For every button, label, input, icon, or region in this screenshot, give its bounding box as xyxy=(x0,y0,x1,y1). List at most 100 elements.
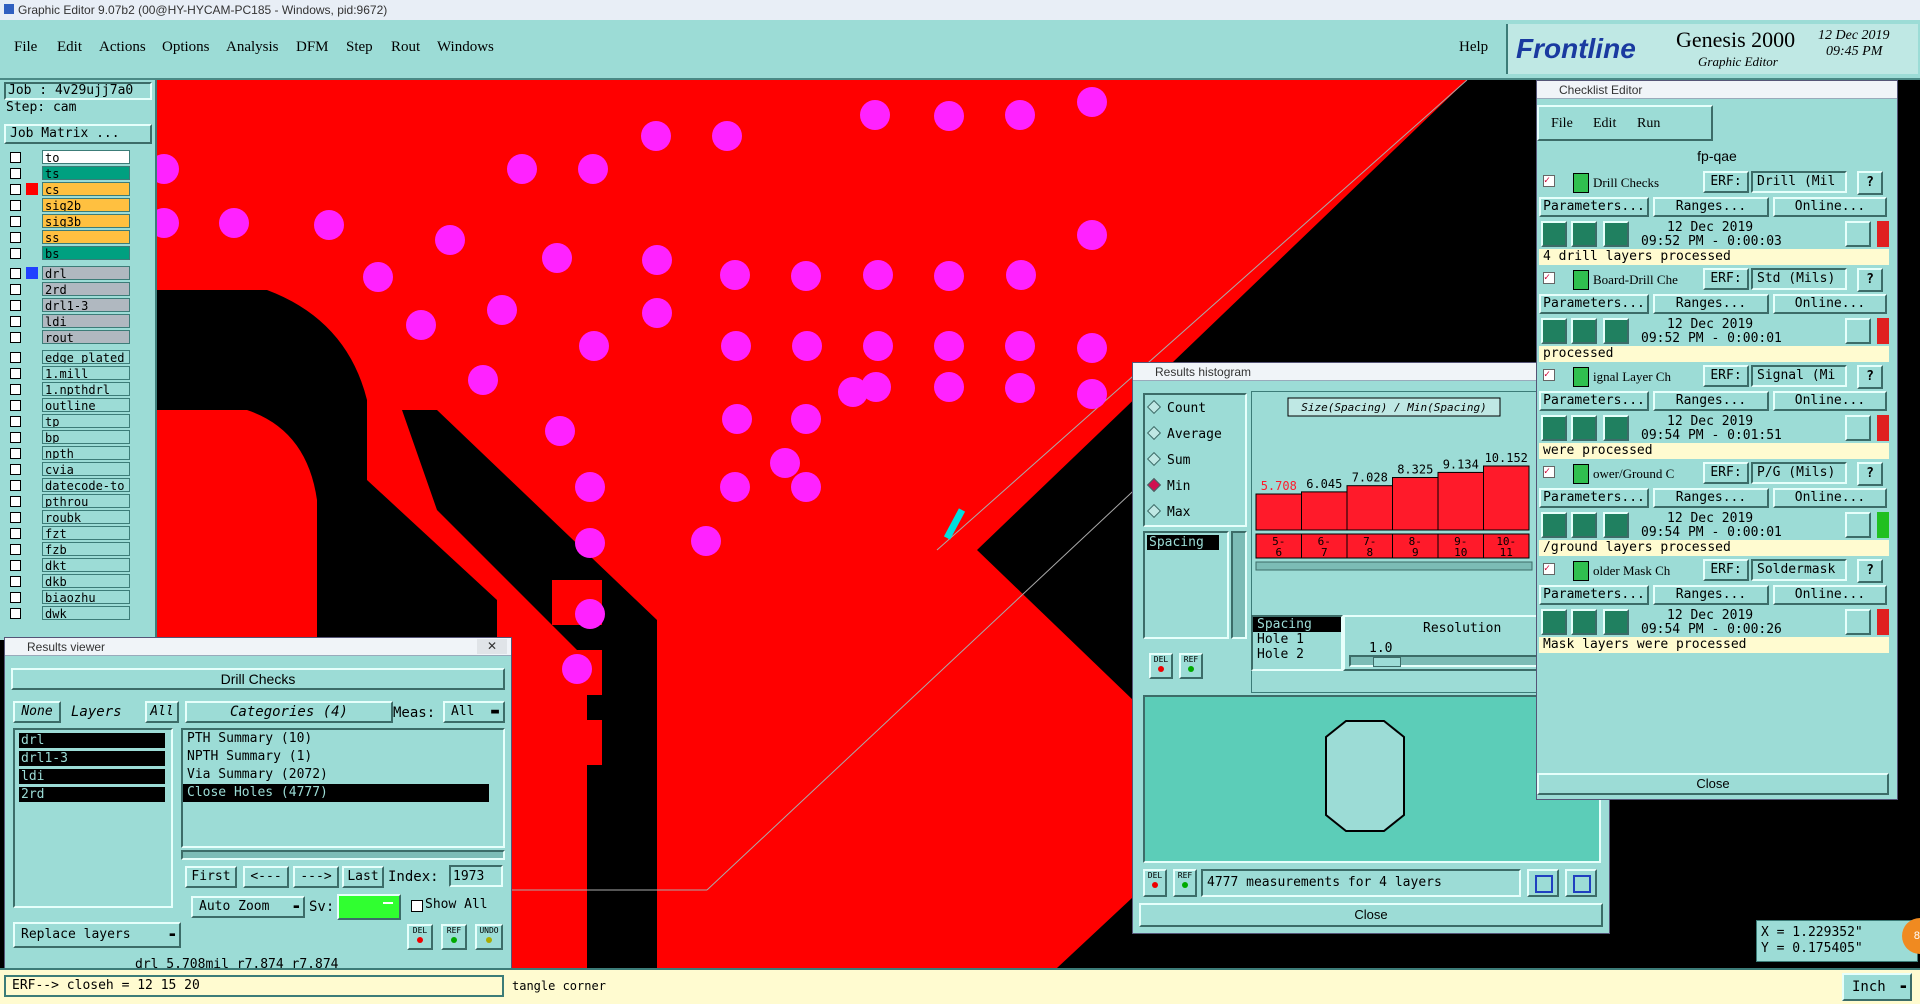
menu-help[interactable]: Help xyxy=(1459,39,1488,56)
layer-row-fzt[interactable]: fzt xyxy=(8,526,130,540)
footer-ref-button[interactable]: REF xyxy=(1173,869,1197,897)
layer-work-marker[interactable] xyxy=(26,575,38,587)
category-item[interactable]: PTH Summary (10) xyxy=(183,730,489,748)
mode-option-sum[interactable]: Sum xyxy=(1146,451,1190,471)
layer-work-marker[interactable] xyxy=(26,283,38,295)
erf-button[interactable]: ERF: xyxy=(1703,365,1749,387)
check-action-icon[interactable] xyxy=(1573,367,1589,387)
layer-row-datecode-to[interactable]: datecode-to xyxy=(8,478,130,492)
radio-diamond-icon[interactable] xyxy=(1146,451,1162,467)
zoom-result-icon[interactable] xyxy=(1845,415,1871,441)
zoom-result-icon[interactable] xyxy=(1845,609,1871,635)
layer-work-marker[interactable] xyxy=(26,299,38,311)
help-icon[interactable]: ? xyxy=(1857,559,1883,583)
layer-work-marker[interactable] xyxy=(26,315,38,327)
show-all-checkbox[interactable] xyxy=(411,900,423,912)
help-icon[interactable]: ? xyxy=(1857,171,1883,195)
none-button[interactable]: None xyxy=(13,701,61,723)
layer-display-checkbox[interactable] xyxy=(10,216,21,227)
layer-display-checkbox[interactable] xyxy=(10,496,21,507)
layer-display-checkbox[interactable] xyxy=(10,544,21,555)
run-all-icon[interactable] xyxy=(1571,609,1597,635)
layer-display-checkbox[interactable] xyxy=(10,560,21,571)
layer-work-marker[interactable] xyxy=(26,183,38,195)
layer-work-marker[interactable] xyxy=(26,351,38,363)
layer-display-checkbox[interactable] xyxy=(10,284,21,295)
layer-row-to[interactable]: to xyxy=(8,150,130,164)
layer-display-checkbox[interactable] xyxy=(10,200,21,211)
checklist-menu-edit[interactable]: Edit xyxy=(1593,116,1616,132)
units-dropdown[interactable]: Inch ▬ xyxy=(1842,973,1912,1001)
menu-edit[interactable]: Edit xyxy=(57,39,82,56)
layer-row-roubk[interactable]: roubk xyxy=(8,510,130,524)
check-action-icon[interactable] xyxy=(1573,561,1589,581)
index-input[interactable] xyxy=(449,865,503,887)
ranges-button[interactable]: Ranges... xyxy=(1653,294,1769,314)
field-list[interactable]: Spacing xyxy=(1143,531,1229,639)
layer-work-marker[interactable] xyxy=(26,559,38,571)
undo-button[interactable]: UNDO xyxy=(475,924,503,950)
layer-work-marker[interactable] xyxy=(26,495,38,507)
parameters-button[interactable]: Parameters... xyxy=(1539,197,1649,217)
layer-display-checkbox[interactable] xyxy=(10,332,21,343)
histogram-legend[interactable]: Spacing Hole 1 Hole 2 xyxy=(1251,615,1343,671)
layer-work-marker[interactable] xyxy=(26,511,38,523)
field-list-scrollbar[interactable] xyxy=(1231,531,1247,639)
layer-display-checkbox[interactable] xyxy=(10,592,21,603)
erf-button[interactable]: ERF: xyxy=(1703,268,1749,290)
layer-row-outline[interactable]: outline xyxy=(8,398,130,412)
run-step-icon[interactable] xyxy=(1603,221,1629,247)
layer-display-checkbox[interactable] xyxy=(10,448,21,459)
ranges-button[interactable]: Ranges... xyxy=(1653,391,1769,411)
prev-button[interactable]: <--- xyxy=(243,866,289,888)
zoom-result-icon[interactable] xyxy=(1845,318,1871,344)
layer-row-tp[interactable]: tp xyxy=(8,414,130,428)
layer-row-ldi[interactable]: ldi xyxy=(8,314,130,328)
ranges-button[interactable]: Ranges... xyxy=(1653,488,1769,508)
checklist-menu-file[interactable]: File xyxy=(1551,116,1573,132)
legend-item[interactable]: Hole 1 xyxy=(1253,632,1341,647)
mode-option-max[interactable]: Max xyxy=(1146,503,1190,523)
erf-button[interactable]: ERF: xyxy=(1703,171,1749,193)
run-all-icon[interactable] xyxy=(1571,512,1597,538)
results-viewer-close-icon[interactable]: ✕ xyxy=(477,639,507,654)
erf-button[interactable]: ERF: xyxy=(1703,462,1749,484)
layer-row-sig2b[interactable]: sig2b xyxy=(8,198,130,212)
meas-dropdown[interactable]: All ▬ xyxy=(443,701,505,723)
layer-display-checkbox[interactable] xyxy=(10,184,21,195)
layer-row-biaozhu[interactable]: biaozhu xyxy=(8,590,130,604)
result-layer-item[interactable]: drl1-3 xyxy=(19,751,165,766)
online-button[interactable]: Online... xyxy=(1773,488,1887,508)
layer-display-checkbox[interactable] xyxy=(10,168,21,179)
legend-item[interactable]: Spacing xyxy=(1253,617,1341,632)
layer-row-ts[interactable]: ts xyxy=(8,166,130,180)
help-icon[interactable]: ? xyxy=(1857,365,1883,389)
zoom-result-icon[interactable] xyxy=(1845,512,1871,538)
layer-row-drl1-3[interactable]: drl1-3 xyxy=(8,298,130,312)
menu-windows[interactable]: Windows xyxy=(437,39,494,56)
del-button[interactable]: DEL xyxy=(407,924,433,950)
next-button[interactable]: ---> xyxy=(293,866,339,888)
menu-file[interactable]: File xyxy=(14,39,37,56)
category-item[interactable]: NPTH Summary (1) xyxy=(183,748,489,766)
layer-work-marker[interactable] xyxy=(26,231,38,243)
online-button[interactable]: Online... xyxy=(1773,585,1887,605)
parameters-button[interactable]: Parameters... xyxy=(1539,294,1649,314)
result-layer-item[interactable]: 2rd xyxy=(19,787,165,802)
layer-display-checkbox[interactable] xyxy=(10,480,21,491)
parameters-button[interactable]: Parameters... xyxy=(1539,488,1649,508)
layer-display-checkbox[interactable] xyxy=(10,368,21,379)
item-enable-checkbox[interactable]: ✓ xyxy=(1543,466,1555,478)
layer-work-marker[interactable] xyxy=(26,527,38,539)
histogram-ref-button[interactable]: REF xyxy=(1179,653,1203,679)
layer-row-1-npthdrl[interactable]: 1.npthdrl xyxy=(8,382,130,396)
layer-display-checkbox[interactable] xyxy=(10,432,21,443)
help-icon[interactable]: ? xyxy=(1857,462,1883,486)
layer-work-marker[interactable] xyxy=(26,267,38,279)
run-icon[interactable] xyxy=(1541,512,1567,538)
item-enable-checkbox[interactable]: ✓ xyxy=(1543,563,1555,575)
layer-work-marker[interactable] xyxy=(26,591,38,603)
radio-diamond-icon[interactable] xyxy=(1146,503,1162,519)
ranges-button[interactable]: Ranges... xyxy=(1653,585,1769,605)
parameters-button[interactable]: Parameters... xyxy=(1539,391,1649,411)
